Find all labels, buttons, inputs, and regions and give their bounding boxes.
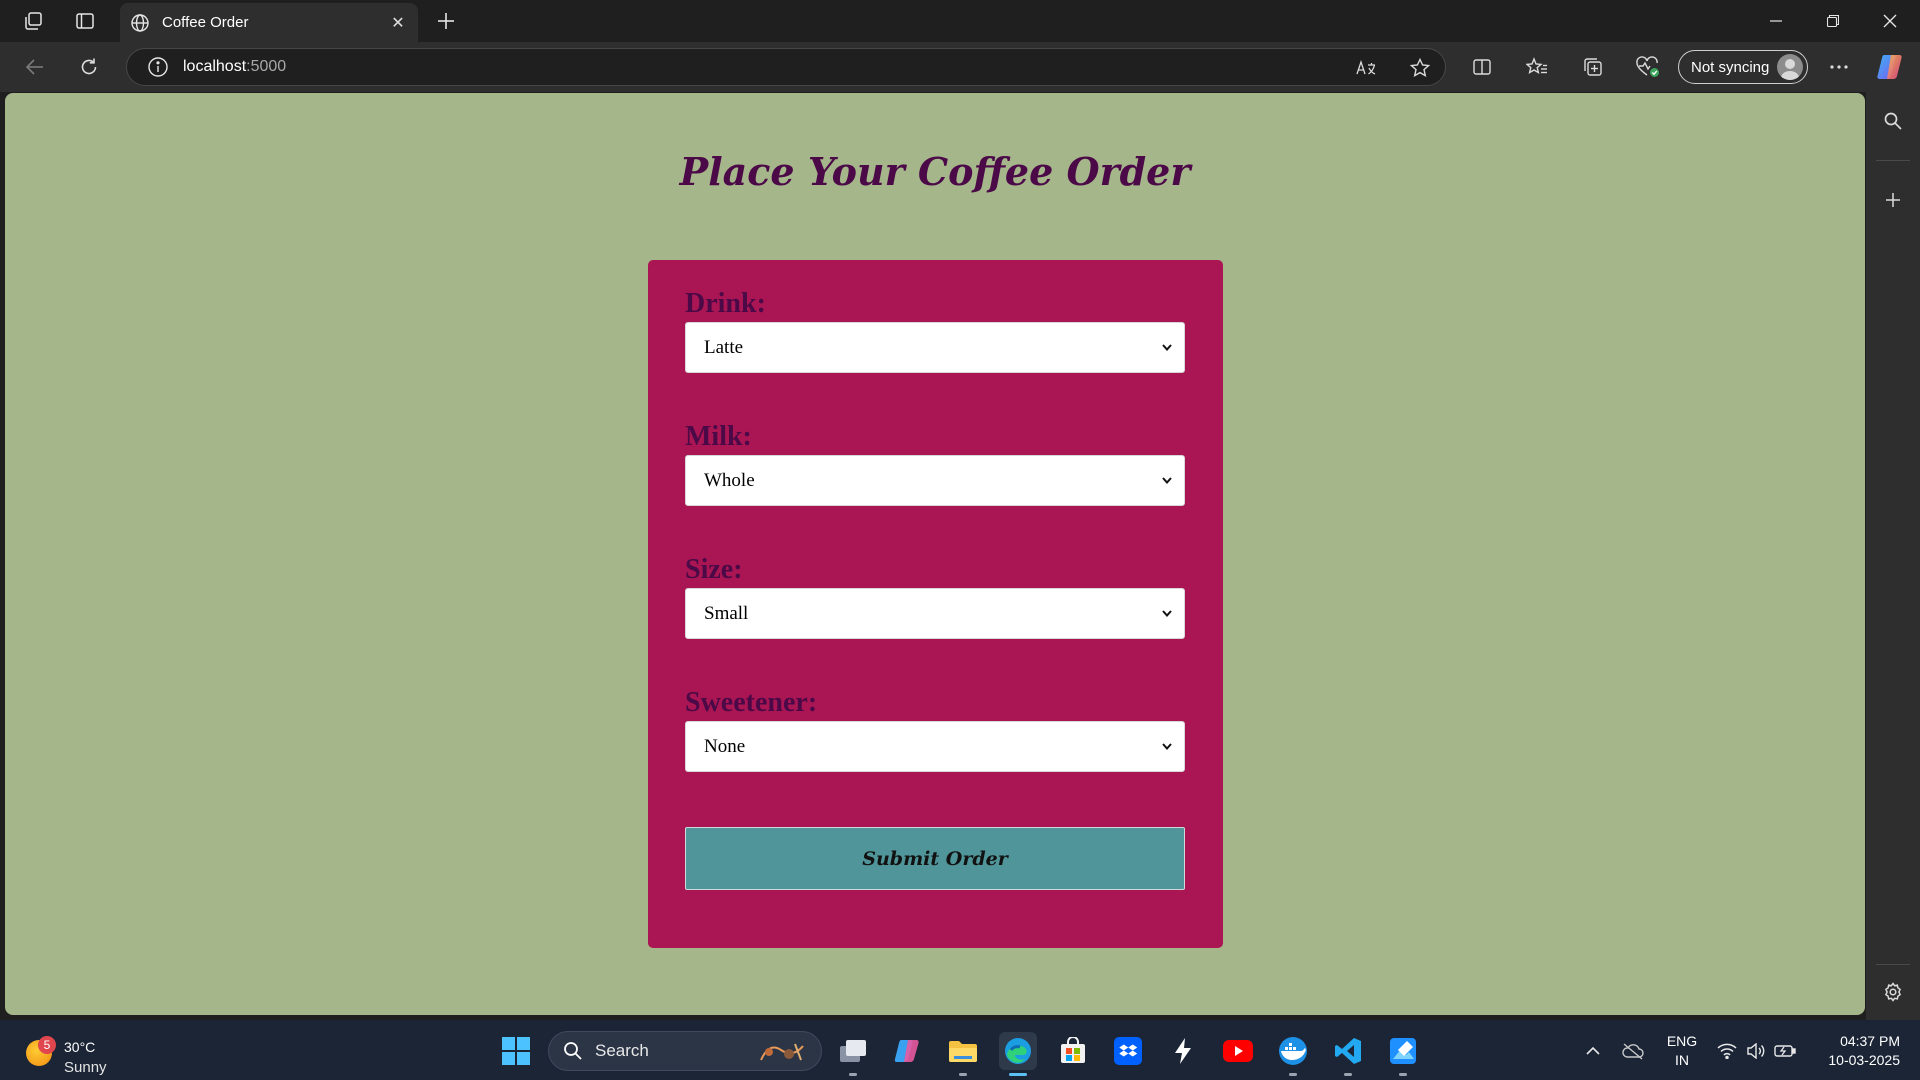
- favorites-icon[interactable]: [1522, 53, 1552, 81]
- page-title: Place Your Coffee Order: [679, 149, 1191, 194]
- read-aloud-icon[interactable]: [1353, 56, 1379, 80]
- docker-icon[interactable]: [1274, 1032, 1312, 1076]
- browser-sidebar: [1866, 92, 1920, 1020]
- language-code: ENG: [1666, 1033, 1698, 1049]
- wifi-icon[interactable]: [1716, 1040, 1738, 1062]
- workspaces-icon[interactable]: [17, 6, 49, 36]
- tab-title: Coffee Order: [162, 14, 249, 31]
- order-form: Drink: Latte Milk: Whole Size: Small Swe…: [648, 260, 1223, 948]
- avatar: [1777, 54, 1803, 80]
- running-indicator: [1289, 1073, 1297, 1076]
- chevron-down-icon: [1162, 743, 1172, 751]
- paint-icon[interactable]: [1384, 1032, 1422, 1076]
- url-host: localhost: [183, 58, 247, 75]
- chevron-down-icon: [1162, 344, 1172, 352]
- search-icon: [564, 1042, 582, 1060]
- weather-widget[interactable]: 5 30°C Sunny: [24, 1030, 134, 1076]
- tab-coffee-order[interactable]: Coffee Order ✕: [120, 3, 418, 42]
- drink-select-value: Latte: [704, 336, 744, 358]
- submit-order-button[interactable]: Submit Order: [685, 827, 1185, 890]
- search-icon[interactable]: [1878, 106, 1908, 136]
- size-select-value: Small: [704, 602, 749, 624]
- copilot-app-icon[interactable]: [889, 1032, 927, 1070]
- close-window-icon[interactable]: [1862, 0, 1918, 42]
- vscode-icon[interactable]: [1329, 1032, 1367, 1076]
- browser-essentials-icon[interactable]: [1633, 53, 1663, 81]
- url-port: :5000: [246, 58, 287, 75]
- back-icon[interactable]: [18, 51, 52, 83]
- add-icon[interactable]: [1878, 185, 1908, 215]
- milk-select-value: Whole: [704, 469, 755, 491]
- chevron-down-icon: [1162, 610, 1172, 618]
- weather-condition: Sunny: [64, 1059, 107, 1076]
- cursor-icon[interactable]: [1164, 1032, 1202, 1070]
- windows-start-icon[interactable]: [502, 1037, 530, 1065]
- running-indicator: [1399, 1073, 1407, 1076]
- settings-icon[interactable]: [1878, 977, 1908, 1007]
- task-view-icon[interactable]: [834, 1032, 872, 1076]
- volume-icon[interactable]: [1745, 1040, 1767, 1062]
- running-indicator: [959, 1073, 967, 1076]
- size-select[interactable]: Small: [685, 588, 1185, 639]
- weather-temperature: 30°C: [64, 1039, 96, 1055]
- copilot-icon[interactable]: [1876, 52, 1906, 82]
- store-icon[interactable]: [1054, 1032, 1092, 1070]
- sidebar-divider: [1876, 160, 1910, 161]
- profile-sync-button[interactable]: Not syncing: [1678, 50, 1808, 84]
- running-indicator: [1009, 1073, 1027, 1076]
- milk-label: Milk:: [685, 421, 752, 452]
- size-label: Size:: [685, 554, 743, 585]
- sweetener-label: Sweetener:: [685, 687, 818, 718]
- tab-actions-icon[interactable]: [69, 6, 101, 36]
- sweetener-select-value: None: [704, 735, 746, 757]
- favorite-star-icon[interactable]: [1407, 56, 1433, 80]
- notification-badge: 5: [38, 1036, 56, 1054]
- input-language[interactable]: ENG IN: [1662, 1032, 1702, 1070]
- windows-taskbar: 5 30°C Sunny Search ENG IN 04:37 PM 10-0…: [0, 1020, 1920, 1080]
- restore-icon[interactable]: [1805, 0, 1861, 42]
- milk-select[interactable]: Whole: [685, 455, 1185, 506]
- system-clock[interactable]: 04:37 PM 10-03-2025: [1810, 1032, 1900, 1070]
- search-highlight-icon: [760, 1043, 804, 1061]
- clock-date: 10-03-2025: [1828, 1052, 1900, 1068]
- sync-label: Not syncing: [1691, 58, 1770, 76]
- info-icon[interactable]: [147, 56, 169, 78]
- address-bar[interactable]: localhost:5000: [126, 48, 1446, 86]
- battery-icon[interactable]: [1774, 1040, 1796, 1062]
- close-tab-icon[interactable]: ✕: [388, 13, 408, 33]
- refresh-icon[interactable]: [72, 51, 106, 83]
- taskbar-search-box[interactable]: Search: [548, 1031, 822, 1071]
- split-screen-icon[interactable]: [1467, 53, 1497, 81]
- language-region: IN: [1675, 1052, 1689, 1068]
- onedrive-offline-icon[interactable]: [1622, 1040, 1644, 1062]
- drink-select[interactable]: Latte: [685, 322, 1185, 373]
- edge-icon[interactable]: [999, 1032, 1037, 1076]
- browser-title-bar: Coffee Order ✕: [0, 0, 1920, 42]
- browser-toolbar: localhost:5000 Not syncing: [0, 42, 1920, 92]
- globe-icon: [131, 13, 149, 32]
- page-viewport: Place Your Coffee Order Drink: Latte Mil…: [5, 93, 1865, 1015]
- file-explorer-icon[interactable]: [944, 1032, 982, 1076]
- chevron-down-icon: [1162, 477, 1172, 485]
- collections-icon[interactable]: [1578, 53, 1608, 81]
- more-icon[interactable]: [1824, 53, 1854, 81]
- sweetener-select[interactable]: None: [685, 721, 1185, 772]
- minimize-icon[interactable]: [1748, 0, 1804, 42]
- taskbar-search-label: Search: [595, 1041, 649, 1060]
- chevron-up-icon[interactable]: [1582, 1040, 1604, 1062]
- drink-label: Drink:: [685, 288, 766, 319]
- new-tab-icon[interactable]: [430, 6, 462, 36]
- clock-time: 04:37 PM: [1840, 1033, 1900, 1049]
- youtube-icon[interactable]: [1219, 1032, 1257, 1070]
- dropbox-icon[interactable]: [1109, 1032, 1147, 1070]
- sidebar-divider: [1876, 964, 1910, 965]
- running-indicator: [1344, 1073, 1352, 1076]
